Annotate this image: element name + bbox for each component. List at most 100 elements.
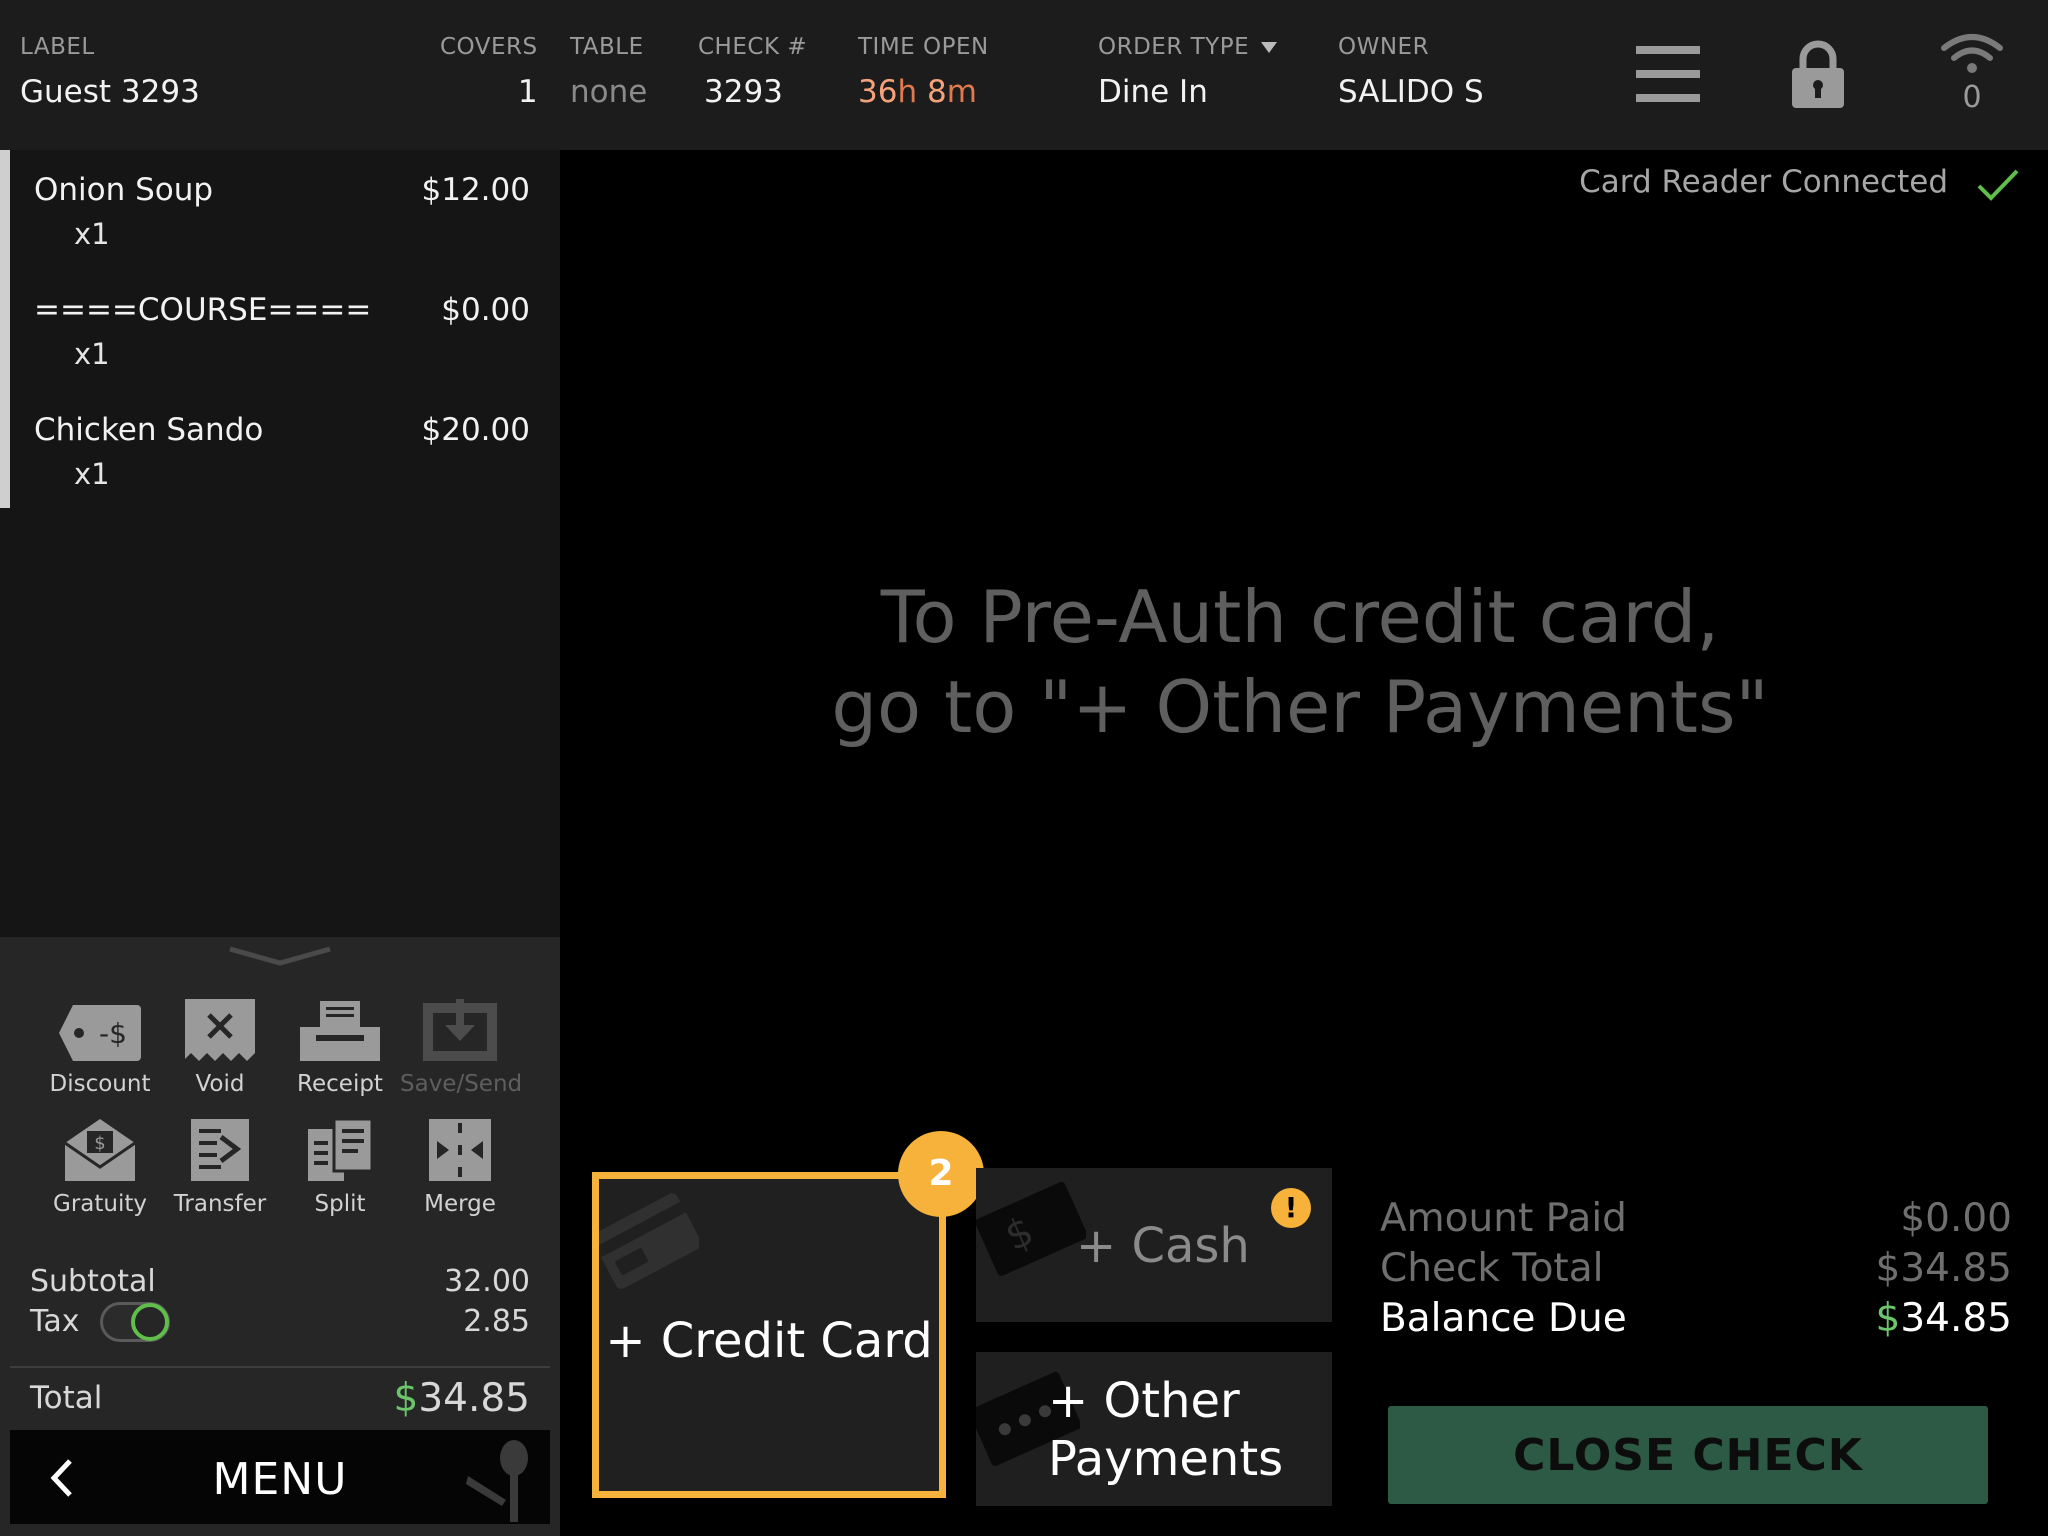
svg-text:-$: -$ [99, 1017, 127, 1050]
credit-card-button[interactable]: + Credit Card [592, 1172, 946, 1498]
owner-value: SALIDO S [1338, 74, 1484, 110]
order-type-title: ORDER TYPE [1098, 34, 1278, 60]
cash-bill-icon: $ [976, 1181, 1086, 1276]
split-label: Split [314, 1191, 366, 1217]
split-button[interactable]: Split [280, 1111, 400, 1217]
gratuity-envelope-icon: $ [65, 1119, 135, 1181]
item-qty: x1 [74, 337, 110, 371]
other-payments-button[interactable]: + Other Payments [976, 1352, 1332, 1506]
cash-warning-icon: ! [1271, 1188, 1311, 1228]
amount-paid-row: Amount Paid $0.00 [1380, 1196, 2012, 1241]
gratuity-button[interactable]: $ Gratuity [40, 1111, 160, 1217]
order-type-value: Dine In [1098, 74, 1208, 110]
check-total-row: Check Total $34.85 [1380, 1246, 2012, 1291]
save-send-label: Save/Send [400, 1071, 523, 1097]
owner-title: OWNER [1338, 34, 1430, 60]
scroll-indicator [0, 150, 10, 508]
covers-title: COVERS [440, 34, 538, 60]
label-field[interactable]: LABEL Guest 3293 [20, 34, 200, 110]
balance-due-row: Balance Due $34.85 [1380, 1296, 2012, 1341]
toggle-knob [131, 1303, 169, 1341]
hint-line-2: go to "+ Other Payments" [831, 665, 1769, 749]
amount-paid-value: $0.00 [1900, 1196, 2012, 1241]
svg-text:$: $ [94, 1133, 105, 1154]
amount-paid-label: Amount Paid [1380, 1196, 1627, 1241]
balance-due-value: $34.85 [1875, 1296, 2012, 1341]
save-send-button[interactable]: Save/Send [400, 991, 523, 1097]
table-field[interactable]: TABLE none [570, 34, 647, 110]
transfer-button[interactable]: Transfer [160, 1111, 280, 1217]
credit-card-label: + Credit Card [605, 1313, 933, 1369]
transfer-icon [191, 1119, 249, 1181]
merge-icon [429, 1119, 491, 1181]
chevron-down-icon[interactable] [228, 945, 332, 967]
discount-button[interactable]: -$ Discount [40, 991, 160, 1097]
balance-due-label: Balance Due [1380, 1296, 1627, 1341]
credit-card-icon [599, 1193, 699, 1289]
item-qty: x1 [74, 217, 110, 251]
check-total-label: Check Total [1380, 1246, 1604, 1291]
subtotal-label: Subtotal [30, 1264, 156, 1299]
label-value: Guest 3293 [20, 74, 200, 110]
order-item[interactable]: Chicken Sando $20.00 x1 [34, 412, 530, 512]
total-value: $34.85 [393, 1376, 530, 1421]
void-button[interactable]: Void [160, 991, 280, 1097]
checkmark-icon [1977, 169, 2019, 201]
void-label: Void [195, 1071, 245, 1097]
save-send-icon [423, 999, 497, 1061]
pre-auth-hint: To Pre-Auth credit card, go to "+ Other … [700, 572, 1900, 752]
table-value: none [570, 74, 648, 110]
check-number-value: 3293 [704, 74, 783, 110]
time-open-title: TIME OPEN [858, 34, 989, 60]
receipt-label: Receipt [297, 1071, 383, 1097]
merge-button[interactable]: Merge [400, 1111, 520, 1217]
item-price: $0.00 [441, 292, 530, 328]
wifi-icon [1941, 34, 2003, 73]
order-items-list[interactable]: Onion Soup $12.00 x1 ====COURSE==== $0.0… [0, 150, 560, 937]
step-badge: 2 [898, 1131, 984, 1217]
receipt-button[interactable]: Receipt [280, 991, 400, 1097]
menu-button[interactable]: MENU [10, 1430, 550, 1524]
table-title: TABLE [570, 34, 644, 60]
check-number-field: CHECK # 3293 [698, 34, 807, 110]
check-number-title: CHECK # [698, 34, 808, 60]
covers-field[interactable]: COVERS 1 [440, 34, 538, 110]
tax-value: 2.85 [463, 1304, 530, 1339]
discount-tag-icon: -$ [59, 1005, 141, 1061]
gratuity-label: Gratuity [53, 1191, 147, 1217]
item-price: $20.00 [421, 412, 530, 448]
item-name: Onion Soup [34, 172, 214, 208]
cash-label: + Cash [1076, 1218, 1250, 1274]
lock-icon[interactable] [1792, 40, 1844, 112]
item-price: $12.00 [421, 172, 530, 208]
hamburger-menu-icon[interactable] [1636, 46, 1700, 106]
order-item[interactable]: ====COURSE==== $0.00 x1 [34, 292, 530, 392]
order-header: LABEL Guest 3293 COVERS 1 TABLE none CHE… [0, 0, 2048, 150]
item-name: ====COURSE==== [34, 292, 372, 328]
merge-label: Merge [424, 1191, 496, 1217]
owner-field[interactable]: OWNER SALIDO S [1338, 34, 1484, 110]
covers-value: 1 [517, 74, 538, 110]
item-name: Chicken Sando [34, 412, 264, 448]
other-payments-label: + Other Payments [1048, 1373, 1284, 1487]
item-qty: x1 [74, 457, 110, 491]
subtotal-value: 32.00 [444, 1264, 530, 1299]
close-check-label: CLOSE CHECK [1513, 1430, 1863, 1481]
discount-label: Discount [49, 1071, 151, 1097]
close-check-button[interactable]: CLOSE CHECK [1388, 1406, 1988, 1504]
subtotal-row: Subtotal 32.00 [30, 1264, 530, 1299]
tax-toggle[interactable] [100, 1302, 170, 1342]
order-item[interactable]: Onion Soup $12.00 x1 [34, 172, 530, 272]
label-title: LABEL [20, 34, 95, 60]
caret-down-icon [1261, 42, 1278, 53]
transfer-label: Transfer [173, 1191, 267, 1217]
hint-line-1: To Pre-Auth credit card, [880, 575, 1720, 659]
wifi-status: 0 [1940, 32, 2004, 115]
order-type-dropdown[interactable]: ORDER TYPE Dine In [1098, 34, 1278, 110]
total-label: Total [30, 1380, 103, 1416]
split-check-icon [308, 1119, 372, 1181]
printer-icon [300, 1001, 380, 1061]
utensils-icon [466, 1440, 528, 1522]
total-row: Total $34.85 [30, 1376, 530, 1421]
totals-divider [10, 1366, 550, 1368]
